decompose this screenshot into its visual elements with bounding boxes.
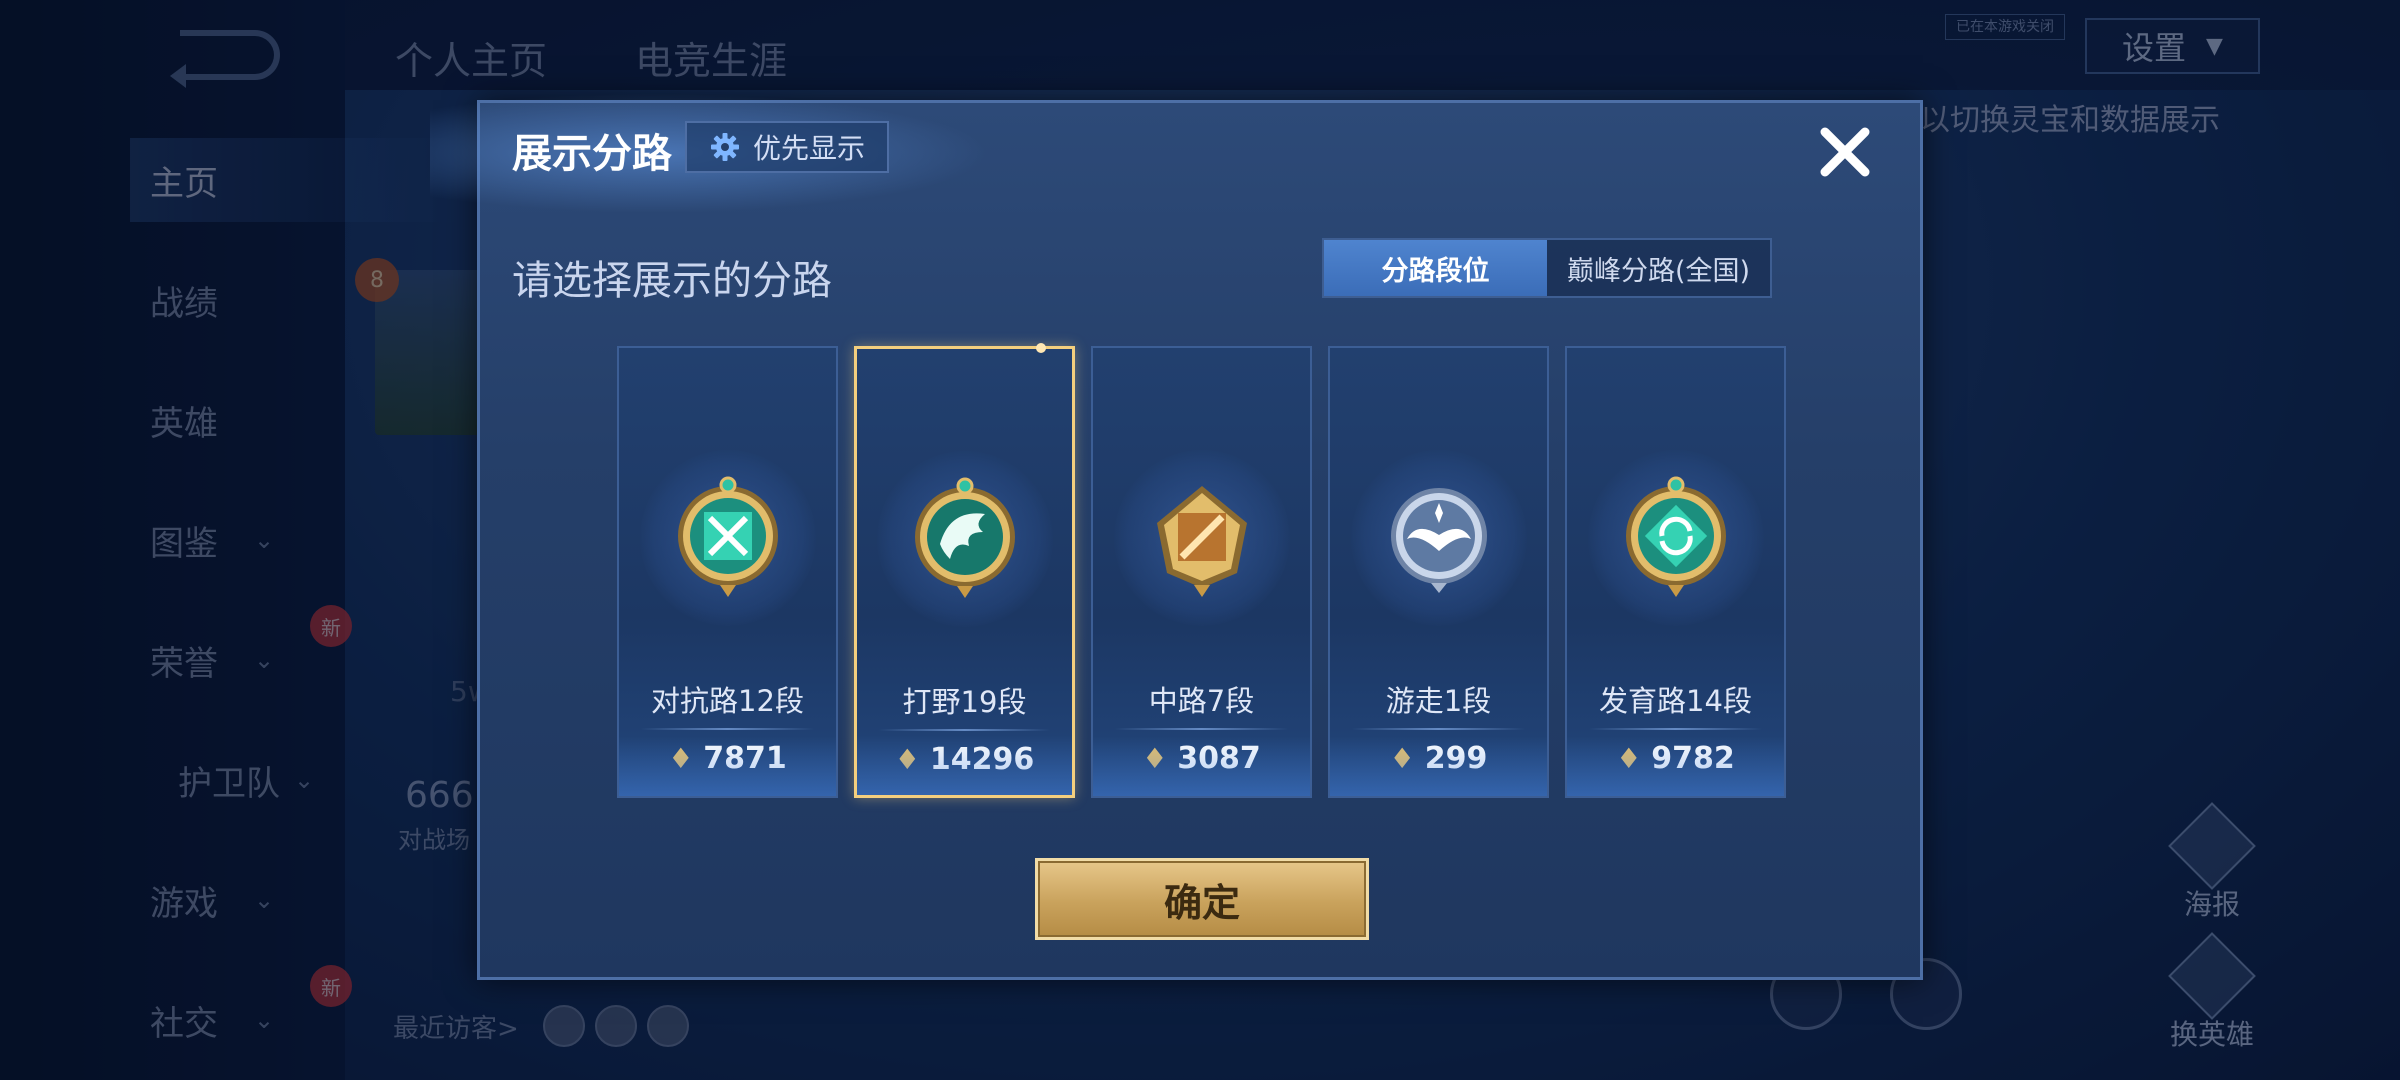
tab-lane-rank[interactable]: 分路段位 — [1324, 240, 1547, 296]
lane-display-dialog: 展示分路 优先显示 请选择展示的分路 分路段位 巅峰分路(全国) 对抗路12段 … — [430, 93, 1923, 980]
card-glow — [1093, 736, 1310, 796]
lane-rank-label: 打野19段 — [902, 685, 1027, 719]
priority-display-label: 优先显示 — [753, 132, 866, 165]
dialog-subtitle: 请选择展示的分路 — [512, 258, 832, 304]
badge-frame — [1350, 450, 1527, 626]
divider — [641, 728, 814, 730]
lane-card-mid[interactable]: 中路7段 ♦ 3087 — [1091, 346, 1312, 798]
card-glow — [619, 736, 836, 796]
lane-rank-label: 中路7段 — [1148, 684, 1255, 718]
badge-frame — [1113, 450, 1290, 626]
lane-rank-label: 对抗路12段 — [651, 684, 804, 718]
badge-frame — [876, 451, 1053, 627]
card-glow — [1567, 736, 1784, 796]
lane-card-jungle[interactable]: 打野19段 ♦ 14296 — [854, 343, 1075, 798]
divider — [879, 729, 1050, 731]
display-mode-toggle: 分路段位 巅峰分路(全国) — [1322, 238, 1772, 298]
lane-rank-label: 发育路14段 — [1599, 684, 1752, 718]
lane-card-farm[interactable]: 发育路14段 ♦ 9782 — [1565, 346, 1786, 798]
roam-wings-icon — [1390, 488, 1487, 593]
mid-lane-icon — [1156, 486, 1247, 597]
badge-frame — [1587, 450, 1764, 626]
lane-card-roam[interactable]: 游走1段 ♦ 299 — [1328, 346, 1549, 798]
divider — [1115, 728, 1288, 730]
lane-cards: 对抗路12段 ♦ 7871 打野19段 — [617, 343, 1797, 798]
lane-rank-label: 游走1段 — [1385, 684, 1492, 718]
gear-icon — [709, 131, 741, 163]
dialog-title: 展示分路 — [512, 131, 672, 177]
confirm-button[interactable]: 确定 — [1035, 858, 1369, 940]
clash-lane-icon — [677, 476, 778, 597]
lane-card-clash[interactable]: 对抗路12段 ♦ 7871 — [617, 346, 838, 798]
card-glow — [857, 735, 1072, 795]
badge-frame — [639, 450, 816, 626]
divider — [1352, 728, 1525, 730]
priority-display-button[interactable]: 优先显示 — [685, 121, 890, 173]
tab-peak-lane-national[interactable]: 巅峰分路(全国) — [1547, 240, 1770, 296]
divider — [1589, 728, 1762, 730]
close-button[interactable] — [1810, 117, 1880, 187]
jungle-dragon-icon — [914, 477, 1015, 598]
close-icon — [1820, 127, 1870, 177]
farm-lane-icon — [1625, 476, 1726, 597]
card-glow — [1330, 736, 1547, 796]
